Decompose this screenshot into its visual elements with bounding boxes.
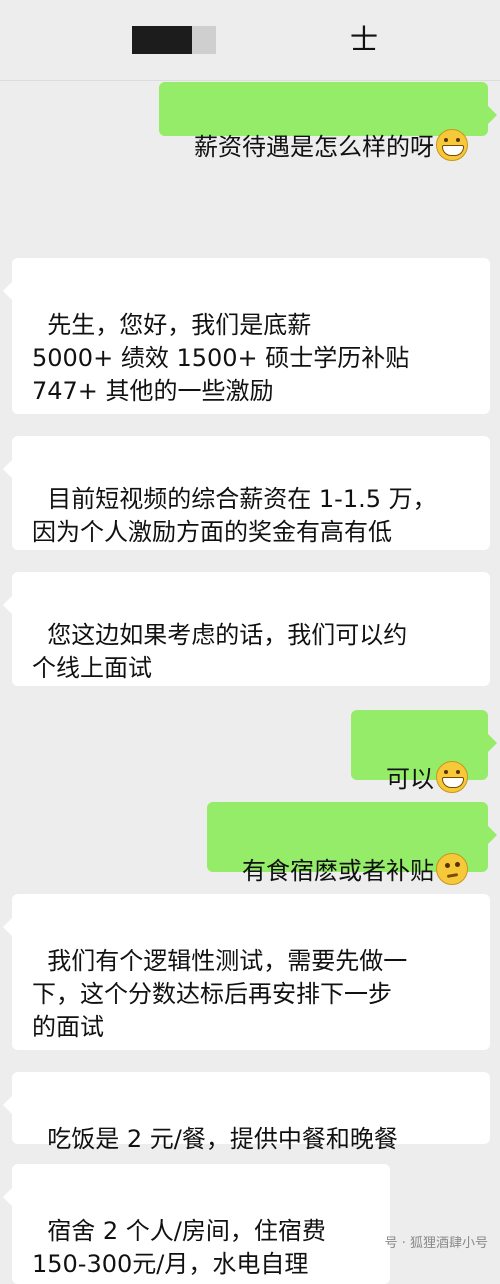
message-text: 有食宿麽或者补贴 [242,857,434,885]
chat-title: 士 [350,23,379,56]
message-bubble-received[interactable]: 我们有个逻辑性测试，需要先做一 下，这个分数达标后再安排下一步 的面试 [3,894,490,1050]
redacted-name-block [132,26,192,54]
message-bubble-sent[interactable]: 可以 [350,710,498,793]
redacted-name-block-light [192,26,216,54]
message-bubble-received[interactable]: 吃饭是 2 元/餐，提供中餐和晚餐 [3,1072,490,1153]
grin-icon [436,761,468,793]
message-text: 薪资待遇是怎么样的呀 [194,133,434,161]
message-text: 可以 [386,765,434,793]
message-text: 您这边如果考虑的话，我们可以约 个线上面试 [32,621,408,682]
message-bubble-sent[interactable]: 有食宿麽或者补贴 [206,802,498,885]
message-text: 我们有个逻辑性测试，需要先做一 下，这个分数达标后再安排下一步 的面试 [32,947,408,1041]
message-bubble-received[interactable]: 先生，您好，我们是底薪 5000+ 绩效 1500+ 硕士学历补贴 747+ 其… [3,258,490,414]
message-text: 先生，您好，我们是底薪 5000+ 绩效 1500+ 硕士学历补贴 747+ 其… [32,311,410,405]
message-text: 吃饭是 2 元/餐，提供中餐和晚餐 [47,1125,398,1153]
watermark: 号 · 狐狸酒肆小号 [384,1236,488,1251]
grin-icon [436,129,468,161]
message-text: 宿舍 2 个人/房间，住宿费 150-300元/月，水电自理 [32,1217,326,1278]
message-bubble-sent[interactable]: 薪资待遇是怎么样的呀 [158,82,498,161]
message-bubble-received[interactable]: 目前短视频的综合薪资在 1-1.5 万， 因为个人激励方面的奖金有高有低 [3,436,490,550]
message-bubble-received[interactable]: 您这边如果考虑的话，我们可以约 个线上面试 [3,572,490,686]
thinking-icon [436,853,468,885]
message-text: 目前短视频的综合薪资在 1-1.5 万， 因为个人激励方面的奖金有高有低 [32,485,437,546]
message-bubble-received[interactable]: 宿舍 2 个人/房间，住宿费 150-300元/月，水电自理 [3,1164,390,1284]
chat-header: 士 [0,0,500,81]
